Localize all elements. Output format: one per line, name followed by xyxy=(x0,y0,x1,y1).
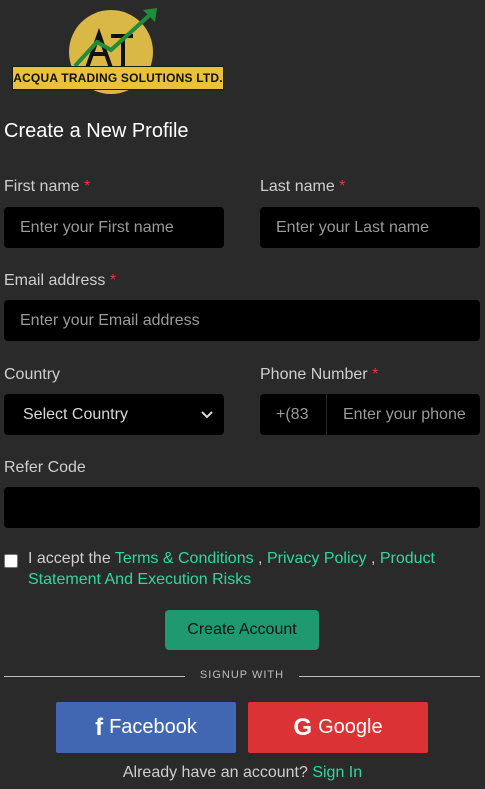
first-name-input[interactable] xyxy=(20,218,224,237)
company-logo: ACQUA TRADING SOLUTIONS LTD. xyxy=(12,0,224,96)
terms-conditions-link[interactable]: Terms & Conditions xyxy=(115,550,254,567)
sign-in-prompt-text: Already have an account? xyxy=(122,764,313,781)
phone-country-code[interactable]: +(83 xyxy=(260,394,326,435)
last-name-input[interactable] xyxy=(276,218,480,237)
email-field[interactable] xyxy=(4,300,480,341)
divider-left xyxy=(4,676,185,677)
email-input[interactable] xyxy=(20,311,480,330)
terms-prefix-text: I accept the xyxy=(28,550,115,567)
divider-right xyxy=(299,676,480,677)
phone-input[interactable] xyxy=(343,405,480,424)
google-signup-button[interactable]: G Google xyxy=(248,702,428,753)
last-name-field[interactable] xyxy=(260,207,480,248)
first-name-field[interactable] xyxy=(4,207,224,248)
country-select[interactable]: Select Country xyxy=(4,394,224,435)
signup-with-label: SIGNUP WITH xyxy=(199,669,285,681)
terms-agreement: I accept the Terms & Conditions , Privac… xyxy=(4,548,474,590)
terms-separator: , xyxy=(253,550,267,567)
refer-code-field[interactable] xyxy=(4,487,480,528)
terms-checkbox[interactable] xyxy=(4,554,18,568)
last-name-label: Last name * xyxy=(260,178,346,195)
create-account-button[interactable]: Create Account xyxy=(165,610,319,650)
refer-code-label: Refer Code xyxy=(4,459,86,476)
phone-field[interactable] xyxy=(326,394,480,435)
logo-brand-text: ACQUA TRADING SOLUTIONS LTD. xyxy=(12,66,224,90)
sign-in-link[interactable]: Sign In xyxy=(312,764,362,781)
google-label: Google xyxy=(318,716,383,738)
country-label: Country xyxy=(4,366,61,383)
facebook-icon: f xyxy=(95,713,104,741)
refer-code-input[interactable] xyxy=(20,498,480,517)
chevron-down-icon xyxy=(201,410,213,418)
country-selected-value: Select Country xyxy=(23,405,128,423)
page-title: Create a New Profile xyxy=(4,120,189,142)
facebook-label: Facebook xyxy=(109,716,197,738)
google-icon: G xyxy=(293,713,313,741)
privacy-policy-link[interactable]: Privacy Policy xyxy=(267,550,367,567)
sign-in-prompt: Already have an account? Sign In xyxy=(0,764,485,782)
terms-separator: , xyxy=(366,550,380,567)
email-label: Email address * xyxy=(4,272,117,289)
facebook-signup-button[interactable]: f Facebook xyxy=(56,702,236,753)
phone-label: Phone Number * xyxy=(260,366,379,383)
first-name-label: First name * xyxy=(4,178,91,195)
